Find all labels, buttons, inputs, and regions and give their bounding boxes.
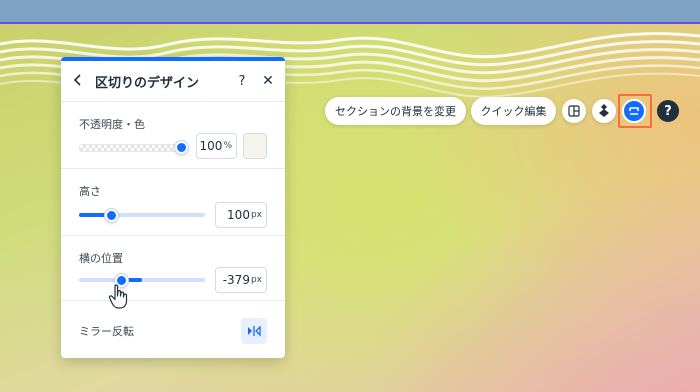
change-section-background-button[interactable]: セクションの背景を変更 bbox=[325, 97, 466, 125]
top-bar bbox=[0, 0, 700, 24]
height-unit: px bbox=[250, 210, 262, 220]
toolbar-help-icon[interactable]: ? bbox=[657, 100, 679, 122]
mirror-flip-icon bbox=[248, 325, 261, 337]
opacity-value: 100 bbox=[199, 139, 223, 153]
opacity-color-section: 不透明度・色 100% bbox=[61, 102, 285, 169]
panel-header: 区切りのデザイン ? ✕ bbox=[61, 61, 285, 102]
height-label: 高さ bbox=[79, 185, 101, 198]
height-input[interactable]: 100 px bbox=[215, 202, 267, 228]
divider-icon bbox=[629, 107, 639, 115]
layers-diamond-icon bbox=[599, 104, 609, 117]
mirror-label: ミラー反転 bbox=[79, 325, 134, 338]
panel-help-button[interactable]: ? bbox=[229, 74, 255, 89]
panel-close-button[interactable]: ✕ bbox=[255, 73, 281, 89]
back-button[interactable] bbox=[61, 72, 95, 90]
opacity-slider-track[interactable] bbox=[79, 144, 183, 152]
height-value: 100 bbox=[227, 208, 250, 222]
opacity-unit: % bbox=[223, 141, 232, 151]
hand-cursor-icon bbox=[108, 284, 128, 309]
opacity-input[interactable]: 100% bbox=[196, 133, 237, 159]
opacity-slider-thumb[interactable] bbox=[175, 141, 188, 154]
animation-button[interactable] bbox=[592, 99, 616, 123]
mirror-section: ミラー反転 bbox=[61, 301, 285, 358]
layout-icon bbox=[568, 105, 580, 117]
horizontal-position-unit: px bbox=[250, 275, 262, 285]
horizontal-position-input[interactable]: -379 px bbox=[215, 267, 267, 293]
opacity-label: 不透明度・色 bbox=[79, 118, 145, 131]
mirror-toggle-button[interactable] bbox=[241, 318, 267, 344]
horizontal-position-value: -379 bbox=[222, 273, 250, 287]
divider-design-button[interactable] bbox=[622, 99, 646, 123]
color-picker-swatch[interactable] bbox=[243, 133, 267, 159]
divider-design-panel: 区切りのデザイン ? ✕ 不透明度・色 100% 高さ 100 px 横の位置 -… bbox=[61, 57, 285, 358]
chevron-left-icon bbox=[73, 74, 81, 86]
horizontal-position-label: 横の位置 bbox=[79, 252, 123, 265]
height-slider-thumb[interactable] bbox=[104, 209, 118, 222]
horizontal-position-section: 横の位置 -379 px bbox=[61, 236, 285, 301]
height-section: 高さ 100 px bbox=[61, 169, 285, 236]
panel-title: 区切りのデザイン bbox=[95, 75, 200, 91]
layout-button[interactable] bbox=[562, 99, 586, 123]
horizontal-position-slider-track[interactable] bbox=[79, 278, 205, 282]
quick-edit-button[interactable]: クイック編集 bbox=[471, 97, 556, 125]
